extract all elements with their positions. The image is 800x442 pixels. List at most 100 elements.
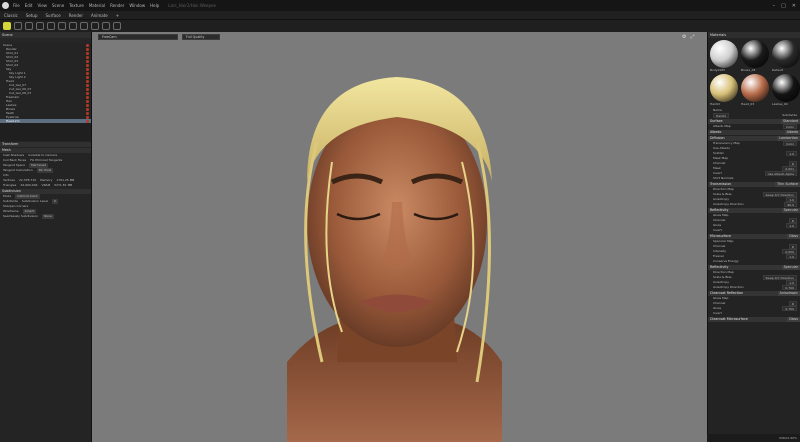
material-name-input[interactable]: Hair02 [713,113,729,118]
material-thumbnail[interactable]: Brows_03 [741,40,770,72]
material-grid: BodyInMV Brows_03 Default Hair02 Head_03 Lash… [708,38,800,108]
material-property-row[interactable]: Invert [708,228,800,233]
status-bar: USDAX 60% [707,434,800,442]
menu-window[interactable]: Window [129,3,145,8]
visibility-icon[interactable] [85,119,89,123]
material-property-row[interactable]: Anisotropy Direction 90.0 [708,202,800,207]
snap-tool-icon[interactable] [58,22,66,30]
menu-edit[interactable]: Edit [25,3,33,8]
viewport[interactable] [92,32,707,442]
material-thumbnail[interactable]: Default [772,40,800,72]
rotate-tool-icon[interactable] [25,22,33,30]
property-label: Anisotropy Direction [713,202,744,206]
window-controls: – □ ✕ [773,3,796,9]
maximize-icon[interactable]: □ [781,3,786,9]
close-icon[interactable]: ✕ [792,3,796,9]
property-value[interactable]: 0.700 [782,306,797,311]
menu-scene[interactable]: Scene [52,3,64,8]
property-value[interactable]: 1.0 [786,151,797,156]
menu-file[interactable]: File [13,3,20,8]
material-thumbnail[interactable]: Lashes_04 [772,74,800,106]
property-value[interactable]: Color [783,141,797,146]
quality-select[interactable]: Full Quality [182,34,220,40]
material-property-row[interactable]: Anisotropy Direction 0.700 [708,285,800,290]
seamless-select[interactable]: None [42,214,54,219]
scene-tree-item-label: Head.2m [6,119,20,123]
tab-add[interactable]: + [116,13,119,18]
section-mode-select[interactable]: Gloss [787,234,800,239]
property-value[interactable]: Color [783,124,797,129]
camera-select[interactable]: FreeCam [98,34,178,40]
material-sphere-icon [741,74,769,102]
menu-material[interactable]: Material [89,3,105,8]
tangent-calc-select[interactable]: Per Pixel [36,168,54,173]
tab-classic[interactable]: Classic [4,13,18,18]
select-tool-icon[interactable] [3,22,11,30]
viewport-settings-icon[interactable]: ⚙ [682,34,686,40]
viewport-corner-controls: ⚙ ⤢ [682,34,695,40]
material-name: Default [772,68,783,72]
material-name: Hair02 [710,102,720,106]
toolbar [0,20,800,32]
viewport-maximize-icon[interactable]: ⤢ [690,34,694,40]
workspace-tabs: Classic Setup Surface Render Animate + [0,11,800,20]
material-thumbnail[interactable]: BodyInMV [710,40,739,72]
scene-panel: Scene Scene Render Shot_01 Shot_02 Shot_03 Sh… [0,32,92,442]
scene-tree: Scene Render Shot_01 Shot_02 Shot_03 Shot_04 S… [0,43,91,123]
section-mode-select[interactable]: Gloss [787,317,800,322]
section-mode-select[interactable]: Specular [781,208,800,213]
property-value[interactable]: Use Albedo Alpha [764,171,797,176]
seamless-label: Seamlessly Subdivision [3,214,39,218]
move-tool-icon[interactable] [14,22,22,30]
app-logo-icon [2,2,9,9]
scale-tool-icon[interactable] [36,22,44,30]
menu-help[interactable]: Help [150,3,159,8]
triangles-row: Triangles 24,990,994 VRAM 5271.81 MB [0,183,91,188]
property-value[interactable]: 1.0 [786,254,797,259]
paint-tool-icon[interactable] [102,22,110,30]
seamless-row: Seamlessly Subdivision None [0,214,91,219]
material-property-row[interactable]: Conserve Energy [708,259,800,264]
curve-tool-icon[interactable] [113,22,121,30]
menu-texture[interactable]: Texture [69,3,84,8]
tab-surface[interactable]: Surface [46,13,61,18]
tab-setup[interactable]: Setup [26,13,38,18]
section-mode-select[interactable]: Albedo [784,130,800,135]
minimize-icon[interactable]: – [773,3,776,9]
title-bar: File Edit View Scene Texture Material Render Wi… [0,0,800,11]
transform-section-header[interactable]: Transform [0,142,91,147]
document-title: Lars_Hair2/Hair.Weepee [168,3,216,8]
material-section-header[interactable]: Clearcoat Microsurface Gloss [708,317,800,322]
material-sphere-icon [710,40,738,68]
pivot-tool-icon[interactable] [47,22,55,30]
material-property-row[interactable]: Albedo Map Color [708,124,800,129]
name-field-row: Hair02 Subdivide [708,113,800,118]
material-thumbnail[interactable]: Hair02 [710,74,739,106]
scene-tree-item[interactable]: Head.2m [0,119,91,123]
vram-label: VRAM [41,183,51,187]
material-thumbnail[interactable]: Head_03 [741,74,770,106]
property-value[interactable]: 90.0 [784,202,797,207]
menu-view[interactable]: View [37,3,47,8]
light-tool-icon[interactable] [91,22,99,30]
camera-tool-icon[interactable] [80,22,88,30]
property-value[interactable]: 1.0 [786,223,797,228]
frame-tool-icon[interactable] [69,22,77,30]
triangles-label: Triangles [3,183,17,187]
material-sphere-icon [741,40,769,68]
property-label: Albedo Map [713,124,731,128]
property-value[interactable]: 0.700 [782,285,797,290]
viewport-header: FreeCam Full Quality [98,34,220,40]
menu-render[interactable]: Render [110,3,124,8]
tab-render[interactable]: Render [69,13,83,18]
section-mode-select[interactable]: Specular [781,265,800,270]
menu-bar: File Edit View Scene Texture Material Render Wi… [13,3,164,8]
section-mode-select[interactable]: Anisotropic [777,291,800,296]
material-section-header[interactable]: Albedo Albedo [708,130,800,135]
property-label: Shirt Normals [713,176,734,180]
materials-panel: Materials BodyInMV Brows_03 Default Hair02 H… [707,32,800,442]
material-name: Brows_03 [741,68,756,72]
section-mode-select[interactable]: Thin Surface [775,182,800,187]
subdivision-level-input[interactable]: 0 [51,199,58,204]
tab-animate[interactable]: Animate [91,13,108,18]
